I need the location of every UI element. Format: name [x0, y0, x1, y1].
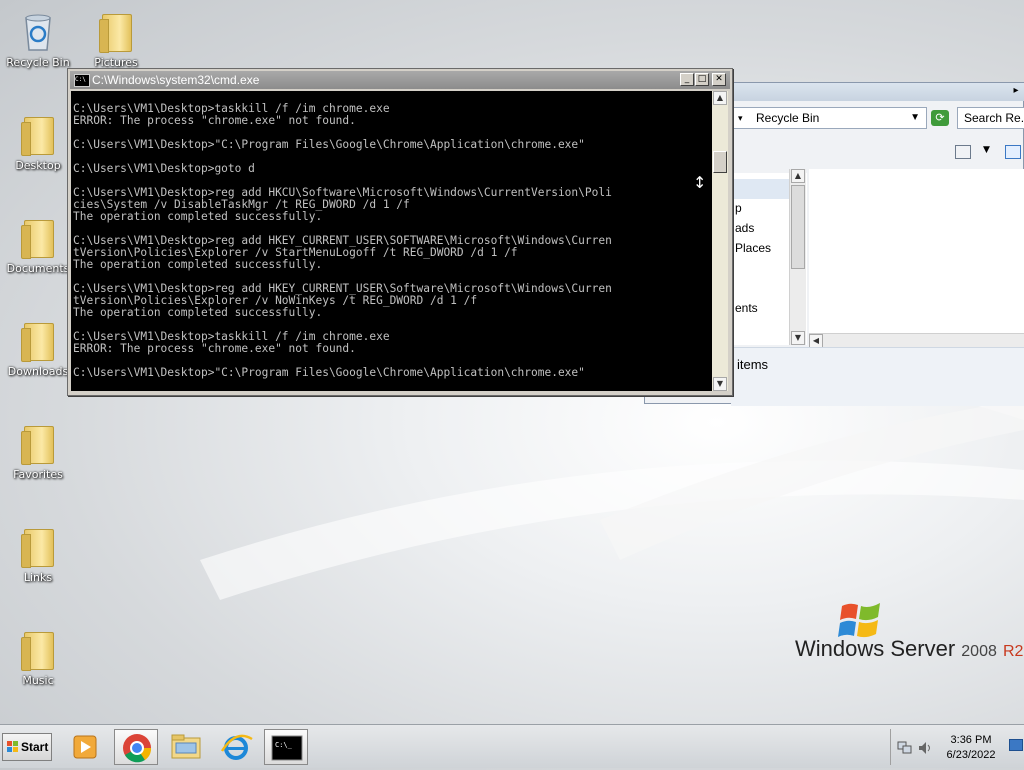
clock[interactable]: 3:36 PM 6/23/2022	[935, 733, 1007, 763]
status-items: items	[737, 357, 769, 372]
desktop-icon-label: Documents	[6, 262, 70, 275]
content-hscrollbar[interactable]: ◀	[809, 333, 1024, 348]
nav-item[interactable]: p	[735, 201, 742, 215]
address-bar[interactable]: ▾ Recycle Bin ▼	[731, 107, 927, 129]
cmd-window[interactable]: C:\ C:\Windows\system32\cmd.exe _ □ ✕ C:…	[67, 68, 733, 396]
taskbar-internet-explorer[interactable]	[214, 729, 258, 765]
details-pane	[731, 347, 1024, 406]
search-placeholder: Search Re...	[964, 111, 1024, 125]
views-dropdown-icon[interactable]: ▼	[983, 145, 990, 155]
logo-name: Windows Server	[795, 636, 956, 661]
minimize-button[interactable]: _	[680, 73, 694, 86]
address-dropdown-icon[interactable]: ▼	[910, 108, 920, 128]
nav-item[interactable]: Places	[735, 241, 771, 255]
recycle-bin-icon	[20, 8, 56, 52]
desktop-icon-music[interactable]: Music	[3, 626, 73, 687]
taskbar-media-player[interactable]	[64, 729, 108, 765]
media-player-icon	[73, 735, 97, 759]
views-icon[interactable]	[955, 145, 971, 159]
windows-server-logo-text: Windows Server 2008 R2	[795, 636, 1023, 662]
scroll-left-icon[interactable]: ◀	[809, 334, 823, 348]
folder-icon	[20, 214, 56, 259]
internet-explorer-icon	[220, 734, 253, 760]
scroll-up-icon[interactable]: ▲	[791, 169, 805, 183]
desktop-icon-downloads[interactable]: Downloads	[3, 317, 73, 378]
console-line: The operation completed successfully.	[73, 210, 323, 223]
address-chevron-icon: ▾	[738, 113, 743, 123]
file-list[interactable]	[809, 169, 1024, 345]
window-close-fragment[interactable]: ▸	[1009, 85, 1023, 99]
desktop-icon-label: Favorites	[13, 468, 63, 481]
console-line: The operation completed successfully.	[73, 258, 323, 271]
nav-item[interactable]: ents	[735, 301, 758, 315]
network-icon[interactable]	[897, 741, 913, 755]
chrome-icon	[123, 734, 152, 763]
desktop-icon-label: Links	[23, 571, 53, 584]
clock-date: 6/23/2022	[946, 749, 996, 761]
nav-item[interactable]: ads	[735, 221, 754, 235]
start-button[interactable]: Start	[2, 733, 52, 761]
scroll-down-icon[interactable]: ▼	[791, 331, 805, 345]
desktop-icon-pictures[interactable]: Pictures	[81, 8, 151, 69]
console-output[interactable]: C:\Users\VM1\Desktop>taskkill /f /im chr…	[71, 91, 712, 391]
scroll-thumb[interactable]	[791, 185, 805, 269]
desktop-icon-label: Downloads	[7, 365, 69, 378]
desktop-icon-label: Recycle Bin	[6, 56, 70, 69]
logo-suffix: R2	[1003, 643, 1024, 660]
address-text: Recycle Bin	[756, 111, 820, 125]
console-line: C:\Users\VM1\Desktop>"C:\Program Files\G…	[73, 366, 585, 379]
console-line: C:\Users\VM1\Desktop>"C:\Program Files\G…	[73, 138, 585, 151]
console-line: The operation completed successfully.	[73, 306, 323, 319]
maximize-button[interactable]: □	[695, 73, 709, 86]
folder-icon	[98, 8, 134, 53]
desktop-icon-recycle-bin[interactable]: Recycle Bin	[3, 8, 73, 69]
taskbar-cmd[interactable]: C:\_	[264, 729, 308, 765]
cmd-title: C:\Windows\system32\cmd.exe	[92, 73, 260, 87]
desktop-icon-favorites[interactable]: Favorites	[3, 420, 73, 481]
refresh-icon[interactable]: ⟳	[931, 110, 949, 126]
scroll-down-icon[interactable]: ▼	[713, 377, 727, 391]
desktop-icon-label: Desktop	[15, 159, 61, 172]
nav-scrollbar[interactable]: ▲ ▼	[789, 169, 806, 345]
logo-version: 2008	[961, 643, 997, 660]
desktop-icon-label: Music	[22, 674, 54, 687]
scroll-thumb[interactable]	[713, 151, 727, 173]
system-tray: 3:36 PM 6/23/2022	[890, 729, 1023, 765]
taskbar: Start C:\_ 3:36 PM 6/23/2022	[0, 724, 1024, 768]
folder-icon	[20, 626, 56, 671]
cmd-icon: C:\_	[271, 735, 303, 761]
folder-icon	[20, 111, 56, 156]
folder-icon	[20, 420, 56, 465]
svg-text:C:\_: C:\_	[275, 741, 293, 749]
taskbar-explorer[interactable]	[164, 729, 208, 765]
desktop-icon-desktop[interactable]: Desktop	[3, 111, 73, 172]
search-input[interactable]: Search Re...	[957, 107, 1024, 129]
desktop-icon-documents[interactable]: Documents	[3, 214, 73, 275]
desktop-icon-links[interactable]: Links	[3, 523, 73, 584]
console-line: C:\Users\VM1\Desktop>goto d	[73, 162, 255, 175]
cmd-icon: C:\	[74, 74, 90, 87]
clock-time: 3:36 PM	[950, 734, 992, 746]
volume-icon[interactable]	[917, 741, 933, 755]
resize-cursor-icon: ↕	[693, 173, 707, 192]
folder-icon	[20, 317, 56, 362]
nav-highlight	[731, 179, 791, 199]
console-line: ERROR: The process "chrome.exe" not foun…	[73, 114, 356, 127]
preview-pane-icon[interactable]	[1005, 145, 1021, 159]
explorer-folder-icon	[171, 734, 201, 759]
show-desktop-icon[interactable]	[1009, 739, 1023, 751]
windows-flag-icon	[7, 741, 18, 752]
cmd-titlebar[interactable]: C:\ C:\Windows\system32\cmd.exe _ □ ✕	[70, 71, 730, 89]
close-button[interactable]: ✕	[712, 73, 726, 86]
taskbar-chrome[interactable]	[114, 729, 158, 765]
start-label: Start	[21, 740, 49, 754]
scroll-up-icon[interactable]: ▲	[713, 91, 727, 105]
console-line: ERROR: The process "chrome.exe" not foun…	[73, 342, 356, 355]
console-scrollbar[interactable]: ▲ ▼	[712, 91, 728, 391]
folder-icon	[20, 523, 56, 568]
